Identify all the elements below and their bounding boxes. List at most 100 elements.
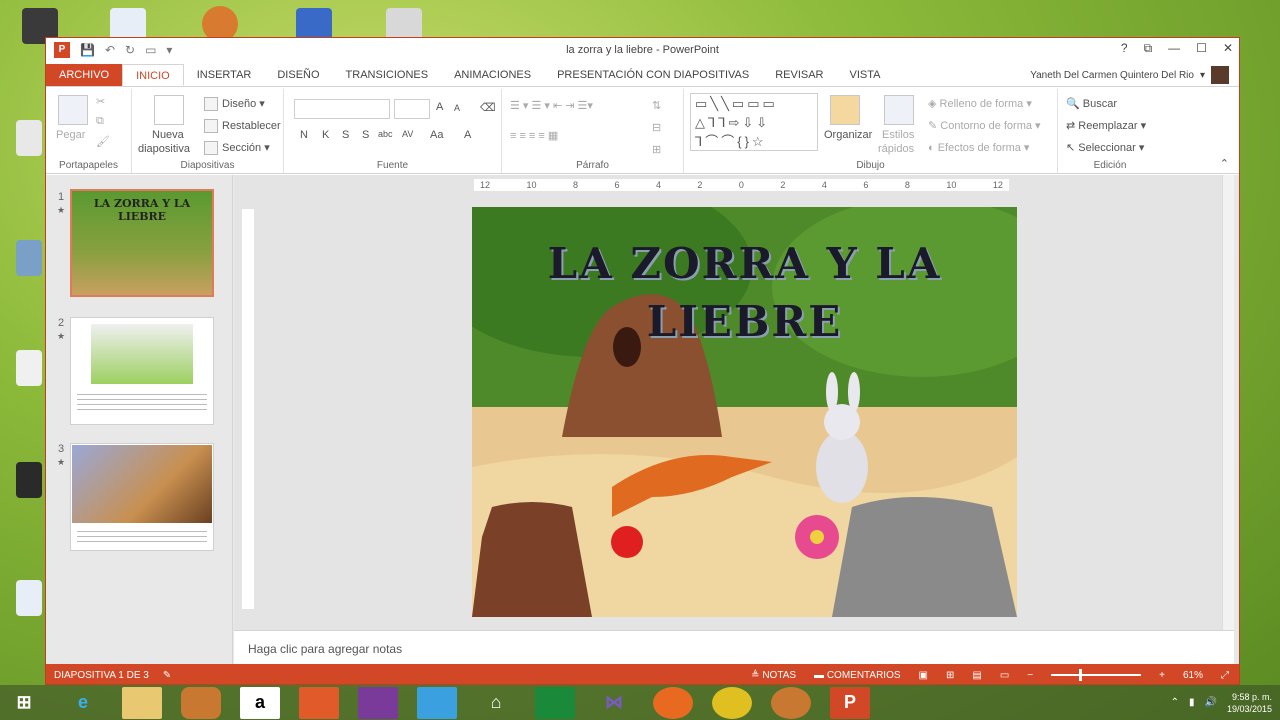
- desktop-icon-left-word[interactable]: [16, 580, 42, 616]
- tab-transiciones[interactable]: TRANSICIONES: [333, 64, 442, 86]
- mail-icon[interactable]: [417, 686, 457, 719]
- clock[interactable]: 9:58 p. m. 19/03/2015: [1227, 691, 1272, 715]
- photos-icon[interactable]: [299, 686, 339, 719]
- align-icon[interactable]: ≡ ≡ ≡ ≡ ▦: [510, 129, 558, 142]
- align-text-icon[interactable]: ⊟: [652, 121, 661, 134]
- font-size-dropdown[interactable]: [394, 99, 430, 119]
- tray-chevron-icon[interactable]: ⌃: [1171, 697, 1179, 708]
- collapse-ribbon-icon[interactable]: ⌃: [1220, 157, 1229, 170]
- shape-outline-button[interactable]: ✎ Contorno de forma ▾: [928, 119, 1041, 132]
- amazon-icon[interactable]: a: [240, 686, 280, 719]
- spell-check-icon[interactable]: ✎: [163, 670, 171, 681]
- customize-qat-icon[interactable]: ▾: [166, 43, 172, 57]
- fit-slide-icon[interactable]: ⤢: [1221, 670, 1229, 681]
- onenote-icon[interactable]: [358, 686, 398, 719]
- paste-icon[interactable]: [58, 95, 88, 125]
- paste-button[interactable]: Pegar: [56, 129, 85, 141]
- section-button[interactable]: Sección ▾: [204, 141, 270, 156]
- tab-diseno[interactable]: DISEÑO: [264, 64, 332, 86]
- tab-presentacion[interactable]: PRESENTACIÓN CON DIAPOSITIVAS: [544, 64, 762, 86]
- char-spacing-button[interactable]: AV: [402, 129, 413, 139]
- tab-revisar[interactable]: REVISAR: [762, 64, 836, 86]
- select-button[interactable]: ↖ Seleccionar ▾: [1066, 141, 1144, 154]
- notes-pane[interactable]: Haga clic para agregar notas: [234, 630, 1234, 664]
- strikethrough-button[interactable]: abc: [378, 129, 393, 139]
- smartart-icon[interactable]: ⊞: [652, 143, 661, 156]
- italic-button[interactable]: K: [322, 129, 329, 141]
- zoom-level[interactable]: 61%: [1183, 670, 1203, 681]
- network-icon[interactable]: ▮: [1189, 697, 1195, 708]
- shape-effects-button[interactable]: ◐ Efectos de forma ▾: [928, 141, 1029, 154]
- tab-archivo[interactable]: ARCHIVO: [46, 64, 123, 86]
- start-button[interactable]: ⊞: [4, 687, 44, 719]
- ribbon-display-button[interactable]: ⧉: [1144, 41, 1153, 56]
- help-button[interactable]: ?: [1121, 41, 1128, 56]
- taskbar-app-2-icon[interactable]: [771, 686, 811, 719]
- bold-button[interactable]: N: [300, 129, 308, 141]
- desktop-icon-left-3[interactable]: [16, 350, 42, 386]
- home-icon[interactable]: ⌂: [476, 687, 516, 719]
- tab-vista[interactable]: VISTA: [837, 64, 894, 86]
- slide-thumbnail-1[interactable]: LA ZORRA Y LA LIEBRE: [70, 189, 214, 297]
- find-button[interactable]: 🔍 Buscar: [1066, 97, 1117, 110]
- excel-icon[interactable]: [535, 686, 575, 719]
- taskbar-app-icon[interactable]: [181, 686, 221, 719]
- user-account[interactable]: Yaneth Del Carmen Quintero Del Rio ▾: [1030, 66, 1239, 84]
- desktop-icon-left-2[interactable]: [16, 240, 42, 276]
- zoom-in-button[interactable]: +: [1159, 670, 1165, 681]
- ie-icon[interactable]: e: [63, 687, 103, 719]
- tab-inicio[interactable]: INICIO: [122, 64, 184, 86]
- visual-studio-icon[interactable]: ⋈: [594, 687, 634, 719]
- tab-animaciones[interactable]: ANIMACIONES: [441, 64, 544, 86]
- underline-button[interactable]: S: [342, 129, 349, 141]
- reset-button[interactable]: Restablecer: [204, 119, 281, 133]
- replace-button[interactable]: ⇄ Reemplazar ▾: [1066, 119, 1146, 132]
- firefox-icon[interactable]: [653, 686, 693, 719]
- start-presentation-icon[interactable]: ▭: [145, 43, 156, 57]
- new-slide-button[interactable]: Nueva: [152, 129, 184, 141]
- new-slide-icon[interactable]: [154, 95, 184, 125]
- quick-styles-button[interactable]: Estilos: [882, 129, 914, 141]
- format-painter-icon[interactable]: 🖌: [96, 135, 110, 148]
- close-button[interactable]: ✕: [1223, 41, 1233, 56]
- zoom-out-button[interactable]: −: [1027, 670, 1033, 681]
- reading-view-icon[interactable]: ▤: [972, 670, 981, 681]
- slideshow-icon[interactable]: ▭: [1000, 670, 1009, 681]
- zoom-slider[interactable]: [1051, 669, 1142, 681]
- shrink-font-button[interactable]: A: [454, 103, 460, 113]
- tab-insertar[interactable]: INSERTAR: [184, 64, 265, 86]
- layout-button[interactable]: Diseño ▾: [204, 97, 265, 112]
- save-icon[interactable]: 💾: [80, 43, 95, 57]
- vertical-scrollbar[interactable]: [1222, 175, 1234, 630]
- redo-icon[interactable]: ↻: [125, 43, 135, 57]
- arrange-button[interactable]: Organizar: [824, 129, 872, 141]
- slide-canvas[interactable]: LA ZORRA Y LA LIEBRE: [472, 207, 1017, 617]
- font-color-button[interactable]: A: [464, 129, 471, 141]
- notes-button[interactable]: ≜ NOTAS: [751, 670, 796, 681]
- shadow-button[interactable]: S: [362, 129, 369, 141]
- font-name-dropdown[interactable]: [294, 99, 390, 119]
- zoom-slider-knob[interactable]: [1079, 669, 1083, 681]
- desktop-icon-left-photo[interactable]: [16, 462, 42, 498]
- quick-styles-icon[interactable]: [884, 95, 914, 125]
- change-case-button[interactable]: Aa: [430, 129, 443, 141]
- arrange-icon[interactable]: [830, 95, 860, 125]
- copy-icon[interactable]: ⧉: [96, 115, 104, 128]
- grow-font-button[interactable]: A: [436, 101, 443, 113]
- bullets-icon[interactable]: ☰ ▾ ☰ ▾ ⇤ ⇥ ☰▾: [510, 99, 593, 112]
- shapes-gallery[interactable]: ▭╲╲▭▭▭ △⅂⅂⇨⇩⇩ ⅂⌒⌒{}☆: [690, 93, 818, 151]
- new-slide-button-2[interactable]: diapositiva: [138, 143, 190, 155]
- comments-button[interactable]: ▬ COMENTARIOS: [814, 670, 901, 681]
- minimize-button[interactable]: —: [1168, 41, 1180, 56]
- desktop-icon-left-1[interactable]: [16, 120, 42, 156]
- maximize-button[interactable]: ☐: [1196, 41, 1207, 56]
- normal-view-icon[interactable]: ▣: [919, 670, 928, 681]
- slide-thumbnail-2[interactable]: [70, 317, 214, 425]
- volume-icon[interactable]: 🔊: [1205, 697, 1217, 708]
- powerpoint-taskbar-icon[interactable]: P: [830, 686, 870, 719]
- shape-fill-button[interactable]: ◈ Relleno de forma ▾: [928, 97, 1032, 110]
- file-explorer-icon[interactable]: [122, 686, 162, 719]
- cut-icon[interactable]: ✂: [96, 95, 105, 108]
- clear-format-icon[interactable]: ⌫: [480, 101, 496, 114]
- chrome-icon[interactable]: [712, 686, 752, 719]
